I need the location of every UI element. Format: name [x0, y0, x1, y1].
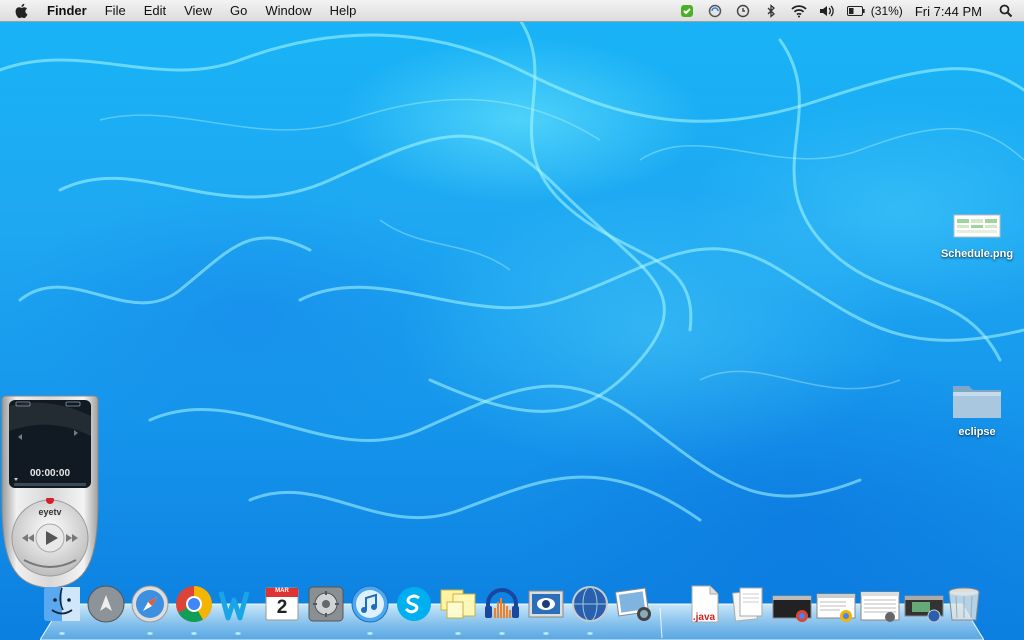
- video-window-icon[interactable]: [904, 584, 944, 624]
- documents-stack-icon[interactable]: [728, 584, 768, 624]
- menu-file[interactable]: File: [96, 0, 135, 22]
- chrome-window-icon[interactable]: [816, 584, 856, 624]
- evernote-icon[interactable]: [679, 3, 695, 19]
- skype-icon[interactable]: [394, 584, 434, 624]
- desktop-wallpaper: [0, 0, 1024, 640]
- menu-bar: Finder File Edit View Go Window Help (31…: [0, 0, 1024, 22]
- iphoto-icon[interactable]: [614, 584, 654, 624]
- battery-percentage: (31%): [870, 4, 903, 18]
- menu-edit[interactable]: Edit: [135, 0, 175, 22]
- calendar-month: MAR: [275, 588, 289, 594]
- network-utility-icon[interactable]: [570, 584, 610, 624]
- wifi-icon[interactable]: [791, 3, 807, 19]
- finder-icon[interactable]: [42, 584, 82, 624]
- folder-icon: [951, 378, 1003, 422]
- menu-view[interactable]: View: [175, 0, 221, 22]
- terminal-window-icon[interactable]: [772, 584, 812, 624]
- running-indicator: [191, 632, 197, 635]
- desktop-file-label: Schedule.png: [940, 248, 1014, 260]
- itunes-icon[interactable]: [350, 584, 390, 624]
- chrome-icon[interactable]: [174, 584, 214, 624]
- dock: MAR 2 .java: [40, 578, 984, 640]
- trash-icon[interactable]: [944, 584, 984, 624]
- launchpad-icon[interactable]: [86, 584, 126, 624]
- menu-help[interactable]: Help: [321, 0, 366, 22]
- java-file-icon[interactable]: .java: [684, 584, 724, 624]
- image-file-icon: [953, 210, 1001, 244]
- eyetv-time-display: 00:00:00: [29, 468, 71, 479]
- desktop-folder-eclipse[interactable]: eclipse: [937, 378, 1017, 438]
- running-indicator: [147, 632, 153, 635]
- volume-icon[interactable]: [819, 3, 835, 19]
- menu-app-name[interactable]: Finder: [38, 0, 96, 22]
- calendar-icon[interactable]: MAR 2: [262, 584, 302, 624]
- spotlight-icon[interactable]: [998, 3, 1014, 19]
- menu-clock[interactable]: Fri 7:44 PM: [915, 4, 982, 19]
- menu-window[interactable]: Window: [256, 0, 320, 22]
- eyetv-logo: eyetv: [38, 507, 62, 517]
- system-preferences-icon[interactable]: [306, 584, 346, 624]
- eyetv-remote-widget[interactable]: 00:00:00 eyetv: [0, 394, 100, 590]
- time-machine-icon[interactable]: [735, 3, 751, 19]
- running-indicator: [455, 632, 461, 635]
- running-indicator: [367, 632, 373, 635]
- word-icon[interactable]: [218, 584, 258, 624]
- running-indicator: [59, 632, 65, 635]
- bluetooth-icon[interactable]: [763, 3, 779, 19]
- java-file-label: .java: [692, 612, 716, 623]
- preview-icon[interactable]: [526, 584, 566, 624]
- desktop-folder-label: eclipse: [958, 426, 996, 438]
- audacity-icon[interactable]: [482, 584, 522, 624]
- battery-icon[interactable]: [846, 3, 865, 19]
- running-indicator: [587, 632, 593, 635]
- menu-go[interactable]: Go: [221, 0, 256, 22]
- document-window-icon[interactable]: [860, 584, 900, 624]
- apple-menu-icon[interactable]: [0, 3, 38, 19]
- wallpaper-caustics: [0, 18, 1024, 522]
- running-indicator: [235, 632, 241, 635]
- sync-icon[interactable]: [707, 3, 723, 19]
- stickies-icon[interactable]: [438, 584, 478, 624]
- calendar-day: 2: [276, 597, 288, 618]
- running-indicator: [543, 632, 549, 635]
- safari-icon[interactable]: [130, 584, 170, 624]
- running-indicator: [499, 632, 505, 635]
- desktop-file-schedule[interactable]: Schedule.png: [937, 210, 1017, 260]
